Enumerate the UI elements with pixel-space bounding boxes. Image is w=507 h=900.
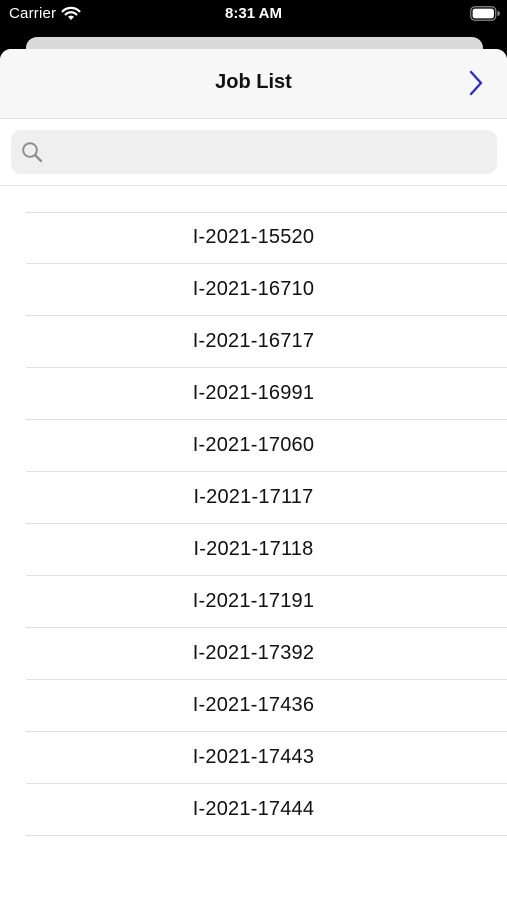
battery-icon <box>470 6 500 21</box>
job-list-item[interactable]: I-2021-16991 <box>26 368 507 420</box>
search-icon <box>21 141 43 163</box>
job-list-item[interactable]: I-2021-17118 <box>26 524 507 576</box>
job-list-sheet: Job List I-2021-15520 I-2021-16710 I-2021-… <box>0 49 507 900</box>
job-list-item[interactable]: I-2021-17060 <box>26 420 507 472</box>
status-bar: Carrier 8:31 AM <box>0 0 507 30</box>
job-id-label: I-2021-16717 <box>192 330 315 352</box>
job-id-label: I-2021-17118 <box>193 538 314 560</box>
job-id-label: I-2021-17443 <box>192 746 315 768</box>
job-id-label: I-2021-17444 <box>192 798 315 820</box>
navigation-bar: Job List <box>0 49 507 119</box>
job-list-item[interactable]: I-2021-16717 <box>26 316 507 368</box>
search-bar[interactable] <box>11 130 497 176</box>
chevron-right-icon <box>469 70 483 96</box>
job-list-item[interactable]: I-2021-17392 <box>26 628 507 680</box>
job-id-label: I-2021-16710 <box>192 278 315 300</box>
search-input[interactable] <box>55 130 489 176</box>
status-time: 8:31 AM <box>225 5 282 22</box>
page-title: Job List <box>215 71 292 93</box>
job-id-label: I-2021-16991 <box>192 382 315 404</box>
job-id-label: I-2021-17191 <box>192 590 315 612</box>
job-id-label: I-2021-15520 <box>192 226 315 248</box>
search-divider <box>0 185 507 186</box>
job-id-label: I-2021-17060 <box>192 434 315 456</box>
job-list-item[interactable]: I-2021-17443 <box>26 732 507 784</box>
job-list-item[interactable]: I-2021-17191 <box>26 576 507 628</box>
job-list-item[interactable]: I-2021-17444 <box>26 784 507 836</box>
job-id-label: I-2021-17392 <box>192 642 315 664</box>
job-list: I-2021-15520 I-2021-16710 I-2021-16717 I-20… <box>0 212 507 836</box>
job-id-label: I-2021-17436 <box>192 694 315 716</box>
job-id-label: I-2021-17117 <box>193 486 314 508</box>
job-list-item[interactable]: I-2021-17117 <box>26 472 507 524</box>
job-list-item[interactable]: I-2021-17436 <box>26 680 507 732</box>
next-button[interactable] <box>458 65 494 101</box>
job-list-item[interactable]: I-2021-15520 <box>26 212 507 264</box>
job-list-item[interactable]: I-2021-16710 <box>26 264 507 316</box>
